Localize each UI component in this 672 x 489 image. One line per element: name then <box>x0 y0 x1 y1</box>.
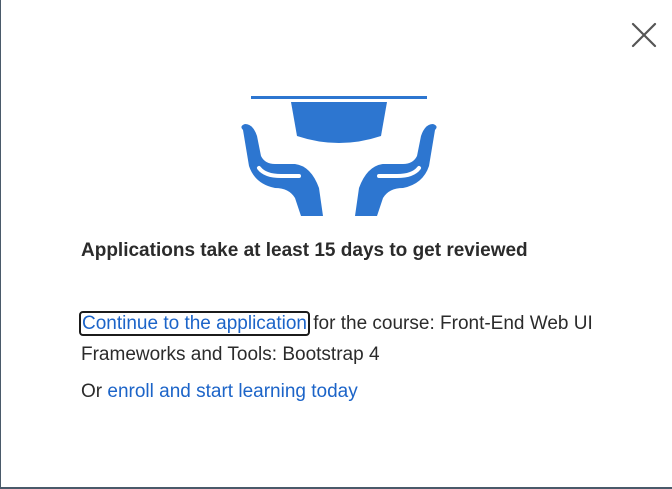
enroll-link[interactable]: enroll and start learning today <box>107 381 357 402</box>
continue-application-link[interactable]: Continue to the application <box>79 311 310 336</box>
close-icon[interactable] <box>627 18 661 52</box>
application-modal: Applications take at least 15 days to ge… <box>1 0 672 487</box>
graduation-cap-hands-icon <box>241 96 437 216</box>
application-info: Continue to the application for the cour… <box>79 308 621 370</box>
dialog-headline: Applications take at least 15 days to ge… <box>81 240 528 261</box>
enroll-info: Or enroll and start learning today <box>81 376 621 407</box>
or-text: Or <box>81 381 103 402</box>
